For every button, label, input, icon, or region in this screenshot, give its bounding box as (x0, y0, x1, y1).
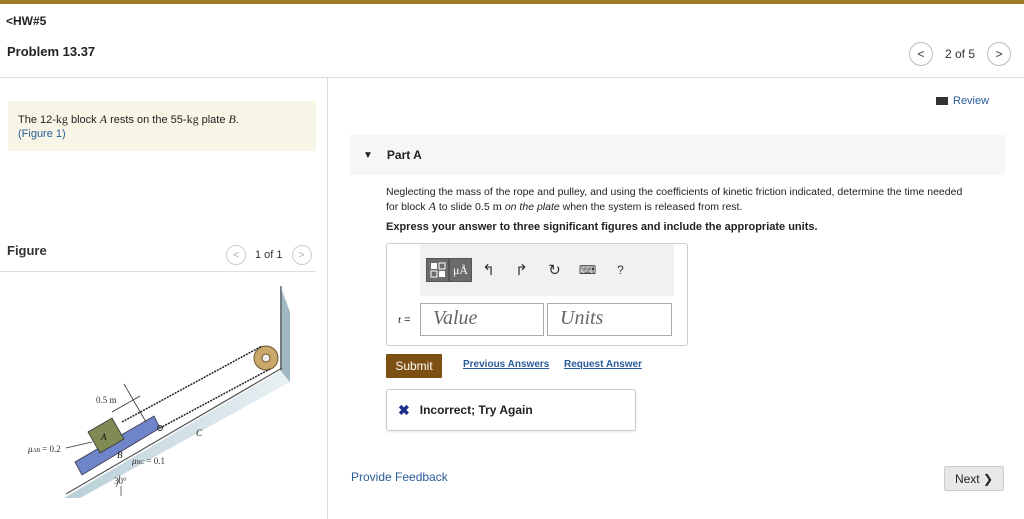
question-line: when the system is released from rest. (559, 201, 743, 213)
chevron-right-icon: ❯ (982, 471, 994, 486)
top-accent-bar (0, 0, 1024, 4)
column-divider (327, 78, 328, 519)
provide-feedback-link[interactable]: Provide Feedback (351, 470, 448, 484)
question-text: Neglecting the mass of the rope and pull… (386, 185, 1011, 214)
pulley-hub (261, 353, 271, 363)
unit-m: m (492, 199, 502, 213)
symbol-b: B (228, 112, 236, 126)
chevron-left-icon: < (233, 249, 239, 261)
figure-position: 1 of 1 (255, 249, 283, 261)
label-c: C (196, 428, 203, 438)
previous-figure-button[interactable]: < (226, 245, 246, 265)
dimension-label: 0.5 m (96, 395, 117, 405)
question-line: to slide 0.5 (435, 201, 493, 213)
part-title: Part A (386, 148, 422, 162)
problem-text: rests on the 55- (107, 114, 187, 126)
figure-diagram: 0.5 m A B C μAB = 0.2 μBC = 0.1 30° (27, 286, 290, 498)
back-to-assignment-link[interactable]: <HW#5 (6, 14, 46, 28)
chevron-left-icon: < (917, 47, 925, 61)
undo-icon[interactable]: ↰ (472, 261, 505, 279)
chevron-right-icon: > (995, 47, 1003, 61)
mu-bc-label: μBC = 0.1 (131, 456, 165, 466)
units-input[interactable]: Units (547, 303, 672, 336)
figure-pager: < 1 of 1 > (226, 245, 312, 265)
collapse-triangle-icon[interactable]: ▼ (363, 150, 373, 161)
part-a-header[interactable]: ▼ Part A (350, 135, 1005, 175)
feedback-text: Incorrect; Try Again (419, 403, 533, 417)
problem-text: plate (198, 114, 229, 126)
variable-label: t = (398, 314, 411, 326)
help-icon[interactable]: ? (604, 263, 637, 277)
incline-surface (64, 286, 290, 498)
unit-kg: kg (55, 112, 68, 126)
book-icon (936, 97, 948, 105)
leader-line (65, 441, 93, 449)
feedback-message: ✖ Incorrect; Try Again (386, 389, 636, 431)
problem-text: The 12- (18, 114, 56, 126)
next-problem-button[interactable]: > (987, 42, 1011, 66)
problem-pager: < 2 of 5 > (908, 42, 1011, 66)
symbol-a: A (99, 112, 108, 126)
question-line: for block (386, 201, 429, 213)
next-label: Next (954, 471, 980, 486)
label-a: A (100, 432, 107, 442)
problem-statement: The 12-kg block A rests on the 55-kg pla… (8, 101, 316, 151)
question-emphasis: on the plate (501, 201, 560, 213)
equals-sign: = (401, 314, 411, 326)
figure-link[interactable]: (Figure 1) (18, 128, 66, 140)
review-label: Review (953, 95, 990, 107)
problem-text: block (67, 114, 100, 126)
previous-answers-link[interactable]: Previous Answers (463, 359, 549, 370)
units-symbols-button[interactable]: μÅ (449, 258, 472, 282)
next-figure-button[interactable]: > (291, 245, 312, 265)
answer-instruction: Express your answer to three significant… (386, 221, 818, 233)
problem-text: . (235, 114, 239, 126)
incorrect-x-icon: ✖ (398, 401, 410, 418)
template-buttons: μÅ (426, 258, 472, 282)
label-b: B (117, 450, 123, 460)
question-line: Neglecting the mass of the rope and pull… (386, 186, 963, 198)
answer-panel: μÅ ↰ ↱ ↻ ⌨ ? t = Value Units (386, 243, 688, 346)
mu-ab-label: μAB = 0.2 (27, 444, 61, 454)
figure-heading: Figure (7, 243, 47, 258)
angle-label: 30° (114, 476, 127, 486)
submit-button[interactable]: Submit (386, 354, 442, 378)
unit-kg: kg (186, 112, 199, 126)
value-input[interactable]: Value (420, 303, 544, 336)
request-answer-link[interactable]: Request Answer (564, 359, 642, 370)
header-divider (0, 77, 1024, 78)
review-link[interactable]: Review (936, 95, 989, 107)
problem-position: 2 of 5 (944, 47, 975, 61)
plate-b (74, 415, 161, 476)
templates-icon[interactable] (426, 258, 449, 282)
reset-icon[interactable]: ↻ (538, 261, 571, 279)
page-title: Problem 13.37 (7, 44, 96, 59)
keyboard-icon[interactable]: ⌨ (571, 263, 604, 277)
previous-problem-button[interactable]: < (908, 42, 933, 66)
redo-icon[interactable]: ↱ (505, 261, 538, 279)
next-button[interactable]: Next ❯ (944, 466, 1004, 491)
chevron-right-icon: > (298, 249, 305, 261)
symbol-a: A (428, 199, 436, 213)
math-toolbar: μÅ ↰ ↱ ↻ ⌨ ? (420, 244, 674, 296)
